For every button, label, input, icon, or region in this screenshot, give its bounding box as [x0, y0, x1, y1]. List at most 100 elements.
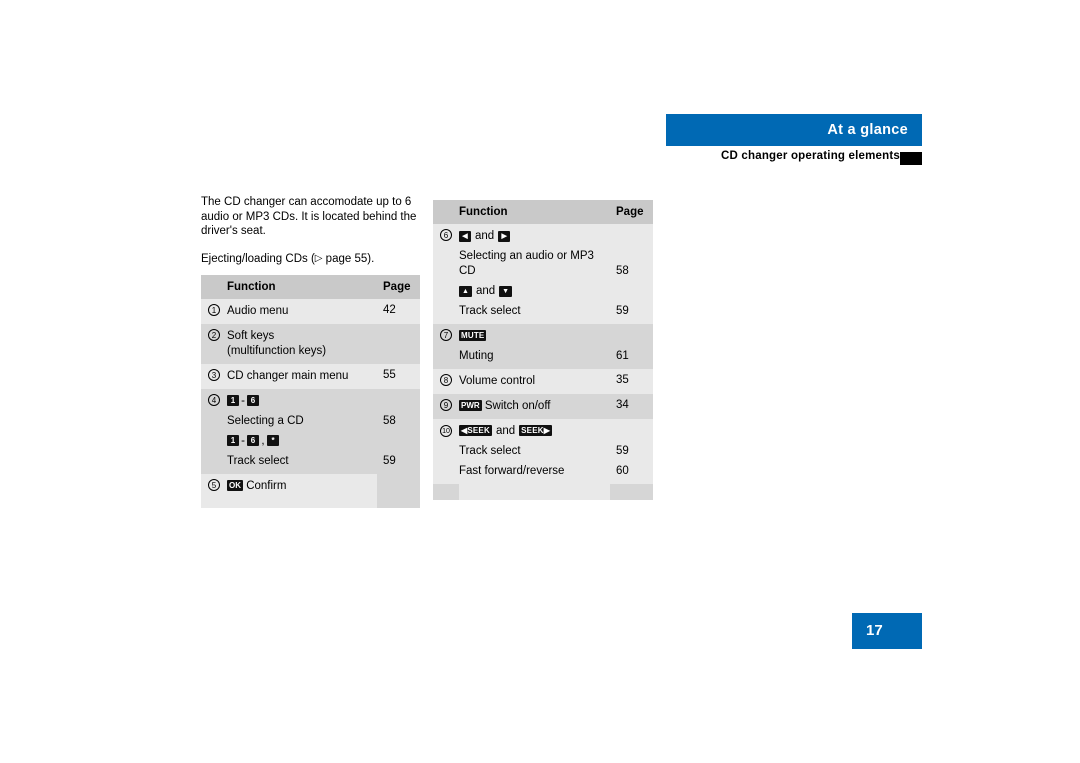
row-page-2: 59 — [616, 305, 629, 317]
row-function-text: Confirm — [246, 480, 287, 492]
row-function-line: Track select — [459, 445, 521, 457]
key-icon-asterisk: * — [267, 435, 279, 446]
row-function: ◀SEEK and SEEK▶ Track select Fast forward/… — [459, 419, 610, 484]
row-number: 1 — [201, 299, 227, 324]
circled-number-icon: 2 — [208, 329, 220, 341]
circled-number-icon: 10 — [440, 425, 452, 437]
row-page-group: 58 59 — [610, 224, 653, 324]
row-number: 3 — [201, 364, 227, 389]
intro-cross-ref-pre: Ejecting/loading CDs ( — [201, 252, 315, 265]
key-icon-left-arrow: ◀ — [459, 231, 471, 242]
intro-paragraph-2: Ejecting/loading CDs (▷ page 55). — [201, 252, 423, 267]
row-function-line: Soft keys — [227, 330, 275, 342]
table-row: 10 ◀SEEK and SEEK▶ Track select Fast forwa… — [433, 419, 653, 484]
row-function-line-2: Fast forward/reverse — [459, 465, 565, 477]
intro-cross-ref-post: page 55). — [322, 252, 375, 265]
row-number: 9 — [433, 394, 459, 419]
row-function: MUTE Muting — [459, 324, 610, 369]
header-num-spacer — [201, 275, 227, 299]
row-function: 1-6 Selecting a CD 1-6, * Track select — [227, 389, 377, 474]
header-function: Function — [459, 206, 508, 218]
row-page: 58 — [616, 265, 629, 277]
footer-spacer — [433, 484, 459, 500]
key-icon-ok: OK — [227, 480, 243, 491]
table-row: 3 CD changer main menu 55 — [201, 364, 420, 389]
row-function-line: PWR Switch on/off — [459, 399, 606, 414]
row-function-line: OK Confirm — [227, 479, 373, 494]
row-function: CD changer main menu — [227, 364, 377, 389]
row-page — [377, 474, 420, 508]
footer-page-spacer — [610, 484, 653, 500]
key-icon-6: 6 — [247, 395, 259, 406]
row-key-sequence-1: ◀ and ▶ — [459, 229, 606, 244]
row-key-sequence-1: 1-6 — [227, 394, 373, 409]
row-key-sequence-1: ◀SEEK and SEEK▶ — [459, 424, 606, 439]
row-page: 42 — [383, 304, 396, 316]
table-row: 7 MUTE Muting 61 — [433, 324, 653, 369]
circled-number-icon: 5 — [208, 479, 220, 491]
section-subtitle: CD changer operating elements — [721, 150, 900, 162]
circled-number-icon: 1 — [208, 304, 220, 316]
row-number: 2 — [201, 324, 227, 364]
row-function-line: (multifunction keys) — [227, 345, 327, 357]
header-banner: At a glance — [666, 114, 922, 146]
key-separator: - — [241, 395, 245, 407]
header-page: Page — [383, 281, 411, 293]
row-function-line: CD — [459, 265, 476, 277]
row-function-text: Switch on/off — [484, 400, 551, 412]
row-function-line: Audio menu — [227, 305, 289, 317]
row-page-2: 60 — [616, 465, 629, 477]
right-function-table: Function Page 6 ◀ and ▶ Selecting an audio… — [433, 200, 653, 500]
key-conjunction: and — [475, 230, 495, 242]
circled-number-icon: 8 — [440, 374, 452, 386]
table-row: 8 Volume control 35 — [433, 369, 653, 394]
row-page: 59 — [616, 445, 629, 457]
row-number: 8 — [433, 369, 459, 394]
row-function-line: Muting — [459, 350, 494, 362]
row-page: 35 — [616, 374, 629, 386]
row-function: Soft keys (multifunction keys) — [227, 324, 377, 364]
table-footer-row — [433, 484, 653, 500]
key-separator: - — [241, 435, 245, 447]
row-number: 10 — [433, 419, 459, 484]
row-page: 61 — [616, 350, 629, 362]
intro-text: The CD changer can accomodate up to 6 au… — [201, 195, 423, 266]
row-page-group: 59 60 — [610, 419, 653, 484]
row-page-group: 61 — [610, 324, 653, 369]
row-function: Volume control — [459, 369, 610, 394]
row-number: 6 — [433, 224, 459, 324]
key-conjunction: and — [475, 285, 496, 297]
key-icon-power: PWR — [459, 400, 482, 411]
row-page — [377, 324, 420, 364]
row-function: PWR Switch on/off — [459, 394, 610, 419]
left-function-table: Function Page 1 Audio menu 42 2 Soft key… — [201, 275, 420, 508]
subtitle-marker — [900, 152, 922, 165]
row-key-sequence-2: 1-6, * — [227, 434, 373, 449]
key-icon-seek-forward: SEEK▶ — [519, 425, 553, 436]
table-header-row: Function Page — [201, 275, 420, 299]
circled-number-icon: 4 — [208, 394, 220, 406]
row-number: 4 — [201, 389, 227, 474]
page-number: 17 — [866, 622, 883, 639]
table-header-row: Function Page — [433, 200, 653, 224]
circled-number-icon: 6 — [440, 229, 452, 241]
table-row: 1 Audio menu 42 — [201, 299, 420, 324]
header-num-spacer — [433, 200, 459, 224]
table-row: 5 OK Confirm — [201, 474, 420, 508]
page-number-badge: 17 — [852, 613, 922, 649]
circled-number-icon: 3 — [208, 369, 220, 381]
row-function: OK Confirm — [227, 474, 377, 508]
table-row: 9 PWR Switch on/off 34 — [433, 394, 653, 419]
row-key-sequence-1: MUTE — [459, 329, 606, 344]
row-function: Audio menu — [227, 299, 377, 324]
header-function: Function — [227, 281, 276, 293]
key-icon-up-arrow: ▲ — [459, 286, 472, 297]
key-icon-1: 1 — [227, 395, 239, 406]
row-function-line: Selecting an audio or MP3 — [459, 250, 594, 262]
key-icon-mute: MUTE — [459, 330, 487, 341]
page-title: At a glance — [827, 122, 908, 138]
row-function-line: Volume control — [459, 375, 536, 387]
row-page: 55 — [383, 369, 396, 381]
row-function-line-2: Track select — [459, 305, 521, 317]
table-row: 6 ◀ and ▶ Selecting an audio or MP3 CD ▲ an… — [433, 224, 653, 324]
